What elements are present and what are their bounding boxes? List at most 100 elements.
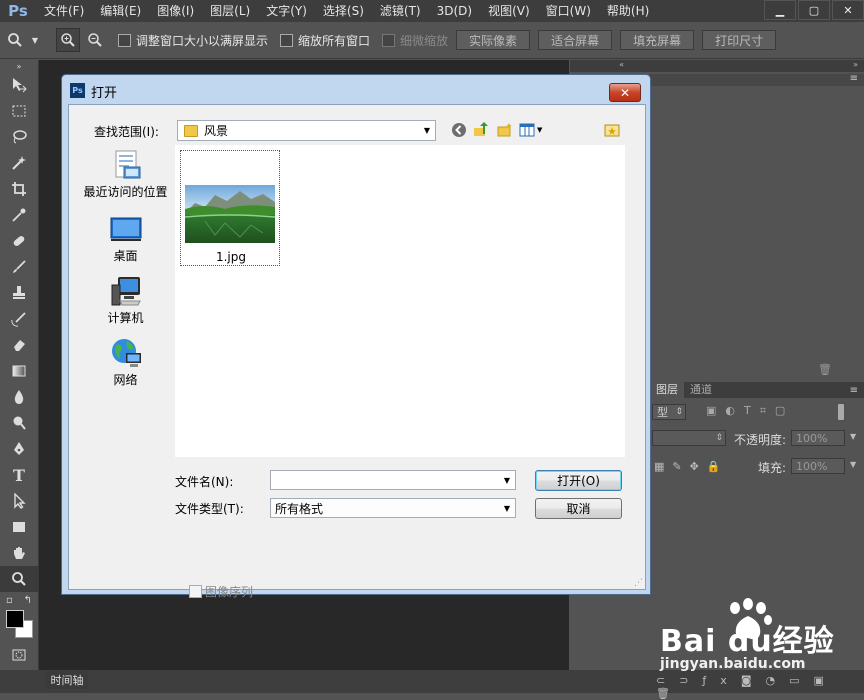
menu-select[interactable]: 选择(S) <box>315 0 372 22</box>
swap-colors-icon[interactable]: ▫ ↰ <box>0 592 38 608</box>
zoom-out-icon[interactable] <box>84 29 106 51</box>
filetype-select[interactable]: 所有格式 ▼ <box>270 498 516 518</box>
place-label: 桌面 <box>113 249 138 263</box>
fill-field[interactable]: 100% <box>791 458 845 474</box>
print-size-button[interactable]: 打印尺寸 <box>702 30 777 50</box>
chevron-down-icon[interactable]: ▼ <box>30 29 40 51</box>
filename-input[interactable]: ▼ <box>270 470 516 490</box>
photoshop-app-icon: Ps <box>70 83 85 98</box>
lookin-value: 风景 <box>204 124 229 138</box>
menu-edit[interactable]: 编辑(E) <box>92 0 149 22</box>
blur-tool-icon[interactable] <box>0 384 38 410</box>
lookin-select[interactable]: 风景 ▼ <box>177 120 436 141</box>
checkbox-box <box>382 33 396 47</box>
maximize-icon[interactable]: ▢ <box>798 0 830 20</box>
panel-menu-icon[interactable]: ≡ <box>850 385 858 396</box>
opacity-label: 不透明度: <box>734 433 787 447</box>
menu-view[interactable]: 视图(V) <box>480 0 538 22</box>
pen-tool-icon[interactable] <box>0 436 38 462</box>
close-icon[interactable]: ✕ <box>832 0 864 20</box>
dialog-title: 打开 <box>91 86 118 101</box>
menu-image[interactable]: 图像(I) <box>149 0 202 22</box>
new-folder-icon[interactable] <box>497 122 513 138</box>
quick-mask-icon[interactable] <box>0 642 38 668</box>
folder-icon <box>184 124 198 137</box>
resize-windows-checkbox[interactable]: 调整窗口大小以满屏显示 <box>118 32 268 49</box>
trash-icon[interactable]: 🗑 <box>818 363 832 376</box>
up-folder-icon[interactable] <box>473 122 489 138</box>
magic-wand-tool-icon[interactable] <box>0 150 38 176</box>
place-computer[interactable]: 计算机 <box>81 275 170 326</box>
resize-grip-icon[interactable]: ⋰ <box>634 578 643 588</box>
back-icon[interactable] <box>451 122 467 138</box>
zoom-tool-icon[interactable] <box>0 566 38 592</box>
panel-collapse-icon[interactable]: » <box>0 60 38 72</box>
scrubby-zoom-checkbox[interactable]: 细微缩放 <box>382 32 448 49</box>
open-button[interactable]: 打开(O) <box>535 470 622 491</box>
place-network[interactable]: 网络 <box>81 337 170 388</box>
place-label: 网络 <box>113 373 138 387</box>
file-item[interactable]: 1.jpg <box>180 150 280 266</box>
hand-tool-icon[interactable] <box>0 540 38 566</box>
panel-menu-icon[interactable]: ≡ <box>850 73 858 84</box>
marquee-tool-icon[interactable] <box>0 98 38 124</box>
menu-bar: Ps 文件(F) 编辑(E) 图像(I) 图层(L) 文字(Y) 选择(S) 滤… <box>0 0 864 22</box>
upper-panel <box>650 74 864 86</box>
brush-tool-icon[interactable] <box>0 254 38 280</box>
path-selection-tool-icon[interactable] <box>0 488 38 514</box>
dock-header: » <box>650 60 864 72</box>
scrubby-zoom-label: 细微缩放 <box>400 33 449 48</box>
preview-icon[interactable] <box>604 122 620 138</box>
zoom-all-label: 缩放所有窗口 <box>298 33 371 48</box>
dialog-close-button[interactable]: ✕ <box>609 83 641 102</box>
blend-mode-select[interactable]: ⇕ <box>652 430 726 446</box>
menu-layer[interactable]: 图层(L) <box>202 0 258 22</box>
crop-tool-icon[interactable] <box>0 176 38 202</box>
cancel-button[interactable]: 取消 <box>535 498 622 519</box>
menu-help[interactable]: 帮助(H) <box>599 0 657 22</box>
dodge-tool-icon[interactable] <box>0 410 38 436</box>
zoom-tool-preset-icon[interactable] <box>4 29 26 51</box>
color-swatches[interactable] <box>0 608 38 642</box>
lasso-tool-icon[interactable] <box>0 124 38 150</box>
eraser-tool-icon[interactable] <box>0 332 38 358</box>
zoom-all-checkbox[interactable]: 缩放所有窗口 <box>280 32 370 49</box>
actual-pixels-button[interactable]: 实际像素 <box>456 30 531 50</box>
foreground-color-swatch[interactable] <box>6 610 24 628</box>
menu-file[interactable]: 文件(F) <box>36 0 92 22</box>
tab-layers[interactable]: 图层 <box>650 382 684 398</box>
rectangle-tool-icon[interactable] <box>0 514 38 540</box>
menu-filter[interactable]: 滤镜(T) <box>372 0 429 22</box>
panel-dock: » ≡ 🗑 图层 通道 ≡ 型 ⇕ ▣◐T⌗▢ ⇕ 不透明度: 100% ▼ ▦… <box>650 60 864 690</box>
minimize-icon[interactable]: ▁ <box>764 0 796 20</box>
fill-screen-button[interactable]: 填充屏幕 <box>620 30 695 50</box>
file-list-view[interactable]: 1.jpg <box>175 145 625 457</box>
chevron-down-icon[interactable]: ▼ <box>499 476 515 485</box>
move-tool-icon[interactable] <box>0 72 38 98</box>
lookin-label: 查找范围(I): <box>94 125 159 139</box>
opacity-arrow-icon[interactable]: ▼ <box>850 432 856 441</box>
tab-channels[interactable]: 通道 <box>684 382 718 398</box>
gradient-tool-icon[interactable] <box>0 358 38 384</box>
clone-stamp-tool-icon[interactable] <box>0 280 38 306</box>
tab-timeline[interactable]: 时间轴 <box>46 671 88 689</box>
place-recent[interactable]: 最近访问的位置 <box>81 149 170 200</box>
menu-type[interactable]: 文字(Y) <box>258 0 315 22</box>
menu-window[interactable]: 窗口(W) <box>538 0 599 22</box>
healing-brush-tool-icon[interactable] <box>0 228 38 254</box>
layer-kind-filter[interactable]: 型 ⇕ <box>652 404 686 420</box>
type-tool-icon[interactable]: T <box>0 462 38 488</box>
fill-label: 填充: <box>758 461 787 475</box>
menu-3d[interactable]: 3D(D) <box>429 0 480 22</box>
filter-toggle[interactable] <box>838 404 844 420</box>
history-brush-tool-icon[interactable] <box>0 306 38 332</box>
fit-screen-button[interactable]: 适合屏幕 <box>538 30 613 50</box>
image-sequence-checkbox[interactable]: 图像序列 <box>189 583 253 600</box>
zoom-in-icon[interactable] <box>56 28 80 52</box>
view-menu-icon[interactable]: ▼ <box>519 122 547 138</box>
dialog-titlebar[interactable]: Ps 打开 ✕ <box>62 75 650 105</box>
eyedropper-tool-icon[interactable] <box>0 202 38 228</box>
place-desktop[interactable]: 桌面 <box>81 213 170 264</box>
fill-arrow-icon[interactable]: ▼ <box>850 460 856 469</box>
opacity-field[interactable]: 100% <box>791 430 845 446</box>
